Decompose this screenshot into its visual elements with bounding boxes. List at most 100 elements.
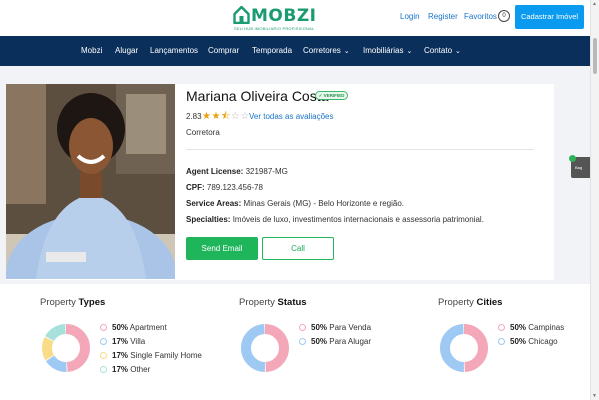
nav-item-lancamentos[interactable]: Lançamentos: [150, 46, 198, 55]
legend-percent: 17%: [112, 351, 129, 360]
stat-title-bold: Types: [78, 297, 106, 308]
house-logo-icon: [233, 5, 250, 24]
register-link[interactable]: Register: [428, 12, 458, 21]
service-areas-value: Minas Gerais (MG) - Belo Horizonte e reg…: [243, 199, 405, 208]
legend-percent: 50%: [510, 337, 527, 346]
chevron-down-icon: ⌄: [343, 48, 350, 55]
legend-label: Villa: [128, 337, 146, 346]
legend-dot-icon: [498, 324, 505, 331]
legend-dot-icon: [100, 324, 107, 331]
divider: [186, 149, 534, 150]
nav-item-mobzi[interactable]: Mobzi: [81, 46, 102, 55]
stat-title-bold: Cities: [476, 297, 503, 308]
send-email-button[interactable]: Send Email: [186, 237, 258, 260]
floating-bag-tab[interactable]: Bag: [569, 155, 590, 178]
chevron-down-icon: ⌄: [455, 48, 461, 55]
favorites-count-badge[interactable]: 0: [498, 10, 510, 22]
legend-item-types-3: 17% Other: [100, 365, 150, 374]
favorites-link[interactable]: Favoritos: [464, 12, 497, 21]
nav-label: Alugar: [115, 46, 139, 55]
nav-label: Mobzi: [81, 46, 103, 55]
cpf-value: 789.123.456-78: [206, 183, 263, 192]
nav-item-imobiliarias[interactable]: Imobiliárias ⌄: [363, 46, 412, 55]
nav-item-alugar[interactable]: Alugar: [115, 46, 138, 55]
license-value: 321987-MG: [245, 167, 288, 176]
legend-label: Para Venda: [327, 323, 372, 332]
stat-title-prefix: Property: [438, 297, 474, 308]
legend-dot-icon: [100, 338, 107, 345]
nav-label: Temporada: [252, 46, 293, 55]
legend-percent: 50%: [510, 323, 527, 332]
property-status-donut-chart: [241, 324, 289, 372]
specialties-label: Specialties:: [186, 215, 231, 224]
legend-dot-icon: [100, 366, 107, 373]
agent-role: Corretora: [186, 128, 220, 137]
legend-label: Chicago: [526, 337, 558, 346]
stat-title-prefix: Property: [40, 297, 76, 308]
see-all-reviews-link[interactable]: Ver todas as avaliações: [249, 112, 334, 121]
agent-profile-card: Mariana Oliveira Costa ✓ VERIFIED 2.83 ★…: [6, 84, 554, 280]
nav-item-temporada[interactable]: Temporada: [252, 46, 292, 55]
license-row: Agent License: 321987-MG: [186, 167, 288, 176]
top-header: MOBZI SEU HUB IMOBILIÁRIO PROFISSIONAL L…: [0, 0, 599, 36]
legend-label: Para Alugar: [327, 337, 372, 346]
legend-dot-icon: [299, 324, 306, 331]
nav-label: Comprar: [208, 46, 240, 55]
property-cities-donut-chart: [440, 324, 488, 372]
stat-title: Property Status: [239, 297, 307, 308]
legend-item-types-0: 50% Apartment: [100, 323, 167, 332]
nav-label: Imobiliárias: [363, 46, 404, 55]
service-areas-row: Service Areas: Minas Gerais (MG) - Belo …: [186, 199, 404, 208]
specialties-row: Specialties: Imóveis de luxo, investimen…: [186, 215, 484, 224]
verified-badge: ✓ VERIFIED: [315, 91, 348, 100]
scroll-up-arrow-icon[interactable]: ▲: [592, 1, 597, 7]
legend-label: Campinas: [526, 323, 565, 332]
service-areas-label: Service Areas:: [186, 199, 242, 208]
stat-title-bold: Status: [277, 297, 307, 308]
cpf-label: CPF:: [186, 183, 205, 192]
scrollbar-thumb[interactable]: [593, 38, 597, 74]
nav-item-contato[interactable]: Contato ⌄: [424, 46, 461, 55]
legend-label: Other: [128, 365, 151, 374]
chevron-down-icon: ⌄: [406, 48, 413, 55]
legend-item-types-2: 17% Single Family Home: [100, 351, 202, 360]
license-label: Agent License:: [186, 167, 244, 176]
call-button[interactable]: Call: [262, 237, 334, 260]
property-types-donut-chart: [42, 324, 90, 372]
legend-percent: 50%: [112, 323, 129, 332]
property-types-block: Property Types 50% Apartment 17% Villa 17%…: [40, 284, 236, 400]
legend-item-cities-0: 50% Campinas: [498, 323, 564, 332]
verified-label: VERIFIED: [323, 93, 345, 98]
add-property-button[interactable]: Cadastrar Imóvel: [515, 5, 584, 29]
legend-percent: 50%: [311, 337, 328, 346]
legend-item-types-1: 17% Villa: [100, 337, 145, 346]
stat-title-prefix: Property: [239, 297, 275, 308]
legend-dot-icon: [299, 338, 306, 345]
legend-label: Single Family Home: [128, 351, 202, 360]
agent-photo: [6, 84, 175, 279]
stat-title: Property Types: [40, 297, 105, 308]
legend-percent: 17%: [112, 337, 129, 346]
legend-percent: 50%: [311, 323, 328, 332]
legend-label: Apartment: [128, 323, 167, 332]
property-cities-block: Property Cities 50% Campinas 50% Chicago: [438, 284, 599, 400]
main-nav: Mobzi Alugar Lançamentos Comprar Tempora…: [0, 36, 590, 66]
property-stats-section: Property Types 50% Apartment 17% Villa 17%…: [0, 284, 590, 400]
nav-label: Lançamentos: [150, 46, 199, 55]
agent-name: Mariana Oliveira Costa: [186, 88, 329, 104]
nav-label: Contato: [424, 46, 453, 55]
login-link[interactable]: Login: [400, 12, 420, 21]
bag-count-badge: [569, 155, 576, 162]
rating-value: 2.83: [186, 112, 202, 121]
star-full-icon: ★: [211, 111, 221, 122]
nav-item-comprar[interactable]: Comprar: [208, 46, 239, 55]
nav-item-corretores[interactable]: Corretores ⌄: [303, 46, 350, 55]
bag-label: Bag: [575, 165, 583, 170]
logo-tagline: SEU HUB IMOBILIÁRIO PROFISSIONAL: [234, 26, 315, 31]
specialties-value: Imóveis de luxo, investimentos internaci…: [232, 215, 484, 224]
cpf-row: CPF: 789.123.456-78: [186, 183, 263, 192]
logo-text: MOBZI: [251, 6, 317, 26]
legend-item-status-0: 50% Para Venda: [299, 323, 371, 332]
rating-stars: ★★⯪☆☆: [202, 109, 250, 126]
star-half-icon: ⯪: [220, 111, 231, 122]
